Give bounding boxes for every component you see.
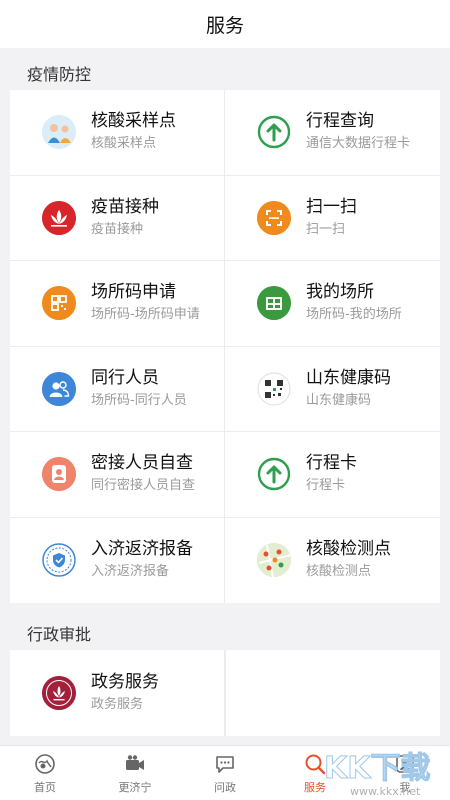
tab-label: 首页 [34, 780, 56, 794]
service-title: 政务服务 [91, 672, 159, 692]
health-code-icon [257, 371, 291, 406]
empty-cell [225, 650, 440, 736]
service-jinan-report[interactable]: 入济返济报备 入济返济报备 [10, 517, 225, 603]
service-title: 核酸检测点 [306, 539, 391, 560]
venue-code-apply-icon [42, 286, 76, 321]
service-subtitle: 行程卡 [306, 478, 346, 494]
tab-label: 更济宁 [118, 780, 152, 794]
service-subtitle: 场所码-同行人员 [91, 392, 187, 408]
bottom-tab-bar: 首页 更济宁 问政 服务 我 [0, 745, 450, 800]
service-subtitle: 疫苗接种 [91, 221, 144, 237]
service-my-venue[interactable]: 我的场所 场所码-我的场所 [225, 261, 440, 347]
service-subtitle: 入济返济报备 [91, 564, 170, 580]
service-vaccine[interactable]: 疫苗接种 疫苗接种 [10, 175, 225, 261]
tab-label: 服务 [304, 780, 326, 794]
tab-service[interactable]: 服务 [270, 746, 360, 800]
service-test-site[interactable]: 核酸检测点 核酸检测点 [225, 518, 440, 604]
tab-gengjining[interactable]: 更济宁 [90, 746, 180, 800]
epidemic-services-card: 核酸采样点 核酸采样点 行程查询 通信大数据行程卡 疫苗接种 疫苗接种 扫一扫 … [10, 90, 440, 603]
service-subtitle: 场所码-场所码申请 [91, 307, 200, 323]
service-close-contact[interactable]: 密接人员自查 同行密接人员自查 [10, 432, 225, 518]
service-subtitle: 场所码-我的场所 [306, 307, 402, 323]
service-subtitle: 政务服务 [91, 697, 144, 712]
service-title: 行程卡 [306, 453, 357, 474]
service-title: 场所码申请 [91, 282, 176, 303]
tab-me[interactable]: 我 [360, 746, 450, 800]
close-contact-icon [42, 457, 76, 492]
service-title: 我的场所 [306, 282, 374, 303]
service-subtitle: 核酸检测点 [306, 564, 372, 580]
gov-service-icon [42, 676, 76, 710]
companions-icon [42, 371, 76, 406]
service-subtitle: 山东健康码 [306, 392, 372, 408]
service-title: 疫苗接种 [91, 196, 159, 217]
service-title: 山东健康码 [306, 367, 391, 388]
service-subtitle: 扫一扫 [306, 221, 346, 237]
home-icon [33, 752, 57, 776]
service-itinerary-query[interactable]: 行程查询 通信大数据行程卡 [225, 90, 440, 176]
service-nucleic-sampling[interactable]: 核酸采样点 核酸采样点 [10, 90, 225, 176]
video-icon [123, 752, 147, 776]
service-health-code[interactable]: 山东健康码 山东健康码 [225, 347, 440, 432]
jinan-report-icon [42, 543, 76, 577]
service-itinerary-card[interactable]: 行程卡 行程卡 [225, 432, 440, 518]
service-title: 核酸采样点 [91, 111, 176, 132]
service-title: 密接人员自查 [91, 453, 193, 474]
scan-icon [257, 200, 291, 235]
tab-wenzheng[interactable]: 问政 [180, 746, 270, 800]
tab-label: 我 [399, 780, 411, 794]
service-subtitle: 通信大数据行程卡 [306, 136, 411, 152]
service-title: 入济返济报备 [91, 539, 193, 560]
top-bar: 服务 [0, 0, 450, 48]
service-title: 行程查询 [306, 111, 374, 132]
service-scan[interactable]: 扫一扫 扫一扫 [225, 176, 440, 261]
service-title: 同行人员 [91, 367, 159, 388]
tab-home[interactable]: 首页 [0, 746, 90, 800]
service-companions[interactable]: 同行人员 场所码-同行人员 [10, 346, 225, 432]
vaccine-icon [42, 200, 76, 235]
service-title: 扫一扫 [306, 196, 357, 217]
itinerary-query-icon [257, 115, 291, 149]
service-gov-service[interactable]: 政务服务 政务服务 [10, 650, 225, 736]
tab-label: 问政 [214, 780, 236, 794]
chat-icon [213, 752, 237, 776]
service-subtitle: 同行密接人员自查 [91, 478, 196, 494]
itinerary-card-icon [257, 457, 291, 491]
section-title-epidemic: 疫情防控 [27, 65, 92, 84]
nucleic-sampling-icon [42, 115, 76, 150]
search-icon [303, 752, 327, 776]
section-title-admin-approval: 行政审批 [27, 625, 92, 644]
page-title: 服务 [205, 14, 244, 37]
admin-services-card: 政务服务 政务服务 [10, 650, 440, 736]
my-venue-icon [257, 286, 291, 321]
service-venue-code-apply[interactable]: 场所码申请 场所码-场所码申请 [10, 261, 225, 347]
test-site-map-icon [257, 543, 291, 578]
service-subtitle: 核酸采样点 [91, 136, 157, 152]
profile-icon [393, 752, 417, 776]
